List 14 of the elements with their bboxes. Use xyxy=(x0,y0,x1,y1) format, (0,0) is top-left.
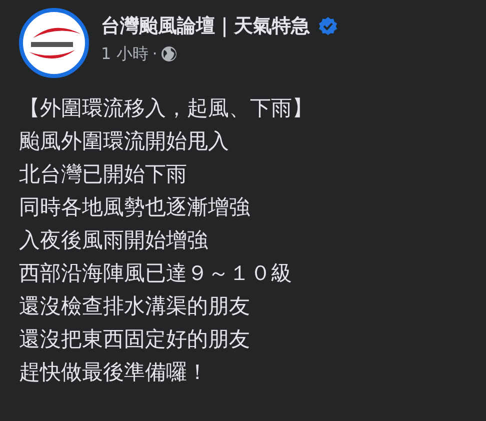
post-text-line: 北台灣已開始下雨 xyxy=(19,161,188,188)
post-text-line: 颱風外圍環流開始甩入 xyxy=(19,128,230,155)
post-text-line: 趕快做最後準備囉！ xyxy=(19,359,209,386)
post-text-line: 還沒把東西固定好的朋友 xyxy=(19,326,251,353)
page-logo[interactable] xyxy=(19,8,89,78)
post-text-line: 西部沿海陣風已達９～１０級 xyxy=(19,260,293,287)
separator-dot: · xyxy=(152,43,158,66)
post-text-line: 入夜後風雨開始增強 xyxy=(19,227,209,254)
post-text-line: 【外圍環流移入，起風、下雨】 xyxy=(19,95,314,122)
post-time[interactable]: 1 小時 xyxy=(101,42,148,66)
author-name[interactable]: 台灣颱風論壇｜天氣特急 xyxy=(101,12,310,40)
post-text-line: 同時各地風勢也逐漸增強 xyxy=(19,194,251,221)
post-text-line: 還沒檢查排水溝渠的朋友 xyxy=(19,293,251,320)
globe-icon xyxy=(161,46,178,62)
